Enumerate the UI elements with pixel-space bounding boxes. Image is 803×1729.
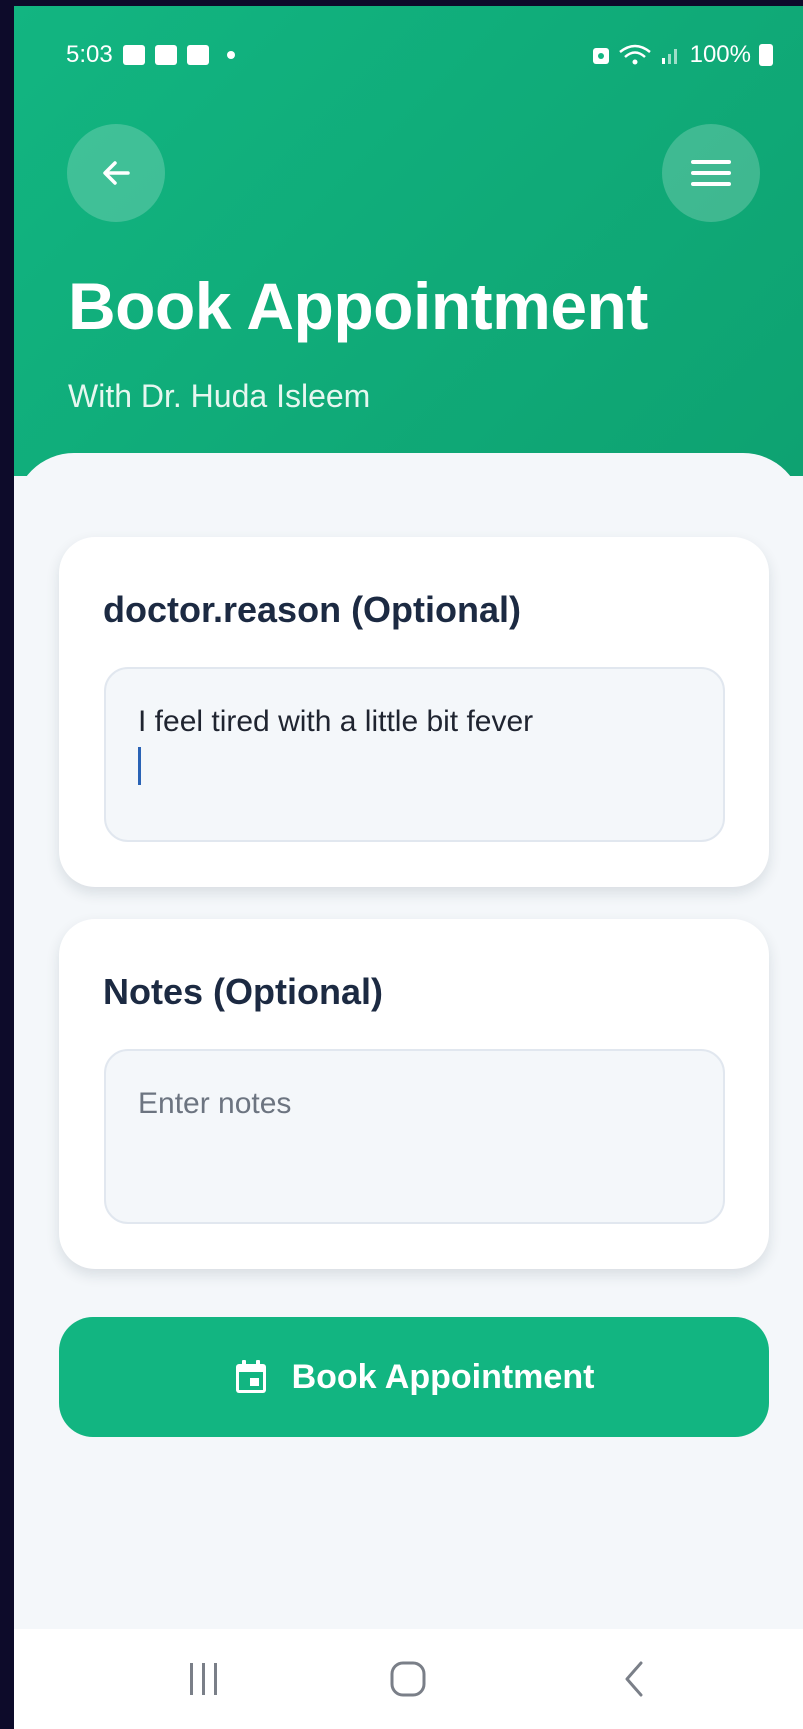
status-left: 5:03 bbox=[66, 41, 235, 69]
nav-home-button[interactable] bbox=[348, 1629, 468, 1729]
more-notifications-dot-icon bbox=[226, 51, 235, 59]
status-right: 100% bbox=[592, 41, 773, 69]
system-nav-bar bbox=[14, 1629, 803, 1729]
status-time: 5:03 bbox=[66, 41, 113, 68]
chevron-left-icon bbox=[625, 1661, 643, 1697]
notes-label: Notes (Optional) bbox=[103, 971, 383, 1012]
calendar-icon bbox=[235, 1360, 266, 1393]
recent-apps-icon bbox=[190, 1663, 217, 1695]
nav-recent-apps-button[interactable] bbox=[144, 1629, 264, 1729]
reason-card: doctor.reason (Optional) I feel tired wi… bbox=[59, 537, 769, 887]
hamburger-menu-icon bbox=[691, 160, 731, 186]
book-appointment-label: Book Appointment bbox=[291, 1357, 595, 1396]
phone-screen: 5:03 100% Book Appointment With Dr. Huda… bbox=[14, 6, 803, 1729]
battery-saver-icon bbox=[592, 48, 609, 64]
home-icon bbox=[390, 1661, 426, 1697]
notes-input[interactable]: Enter notes bbox=[104, 1049, 725, 1224]
text-cursor bbox=[138, 747, 141, 785]
page-subtitle: With Dr. Huda Isleem bbox=[68, 378, 371, 414]
status-bar: 5:03 100% bbox=[14, 6, 803, 101]
menu-button[interactable] bbox=[662, 124, 760, 222]
notes-card: Notes (Optional) Enter notes bbox=[59, 919, 769, 1269]
arrow-left-icon bbox=[103, 161, 130, 185]
notes-placeholder: Enter notes bbox=[138, 1087, 292, 1120]
reason-input[interactable]: I feel tired with a little bit fever bbox=[104, 667, 725, 842]
header: 5:03 100% Book Appointment With Dr. Huda… bbox=[14, 6, 803, 476]
battery-icon bbox=[759, 44, 773, 66]
reason-input-value: I feel tired with a little bit fever bbox=[138, 705, 534, 738]
page-title: Book Appointment bbox=[68, 269, 648, 343]
reason-label: doctor.reason (Optional) bbox=[103, 589, 522, 630]
nav-back-button[interactable] bbox=[574, 1629, 694, 1729]
wifi-icon bbox=[618, 44, 651, 65]
checkbox-notification-icon bbox=[186, 45, 209, 65]
signal-icon bbox=[661, 49, 677, 64]
app-notification-icon bbox=[154, 45, 177, 65]
book-appointment-button[interactable]: Book Appointment bbox=[59, 1317, 769, 1437]
battery-percent: 100% bbox=[689, 41, 751, 68]
gallery-notification-icon bbox=[122, 45, 145, 65]
back-button[interactable] bbox=[67, 124, 165, 222]
